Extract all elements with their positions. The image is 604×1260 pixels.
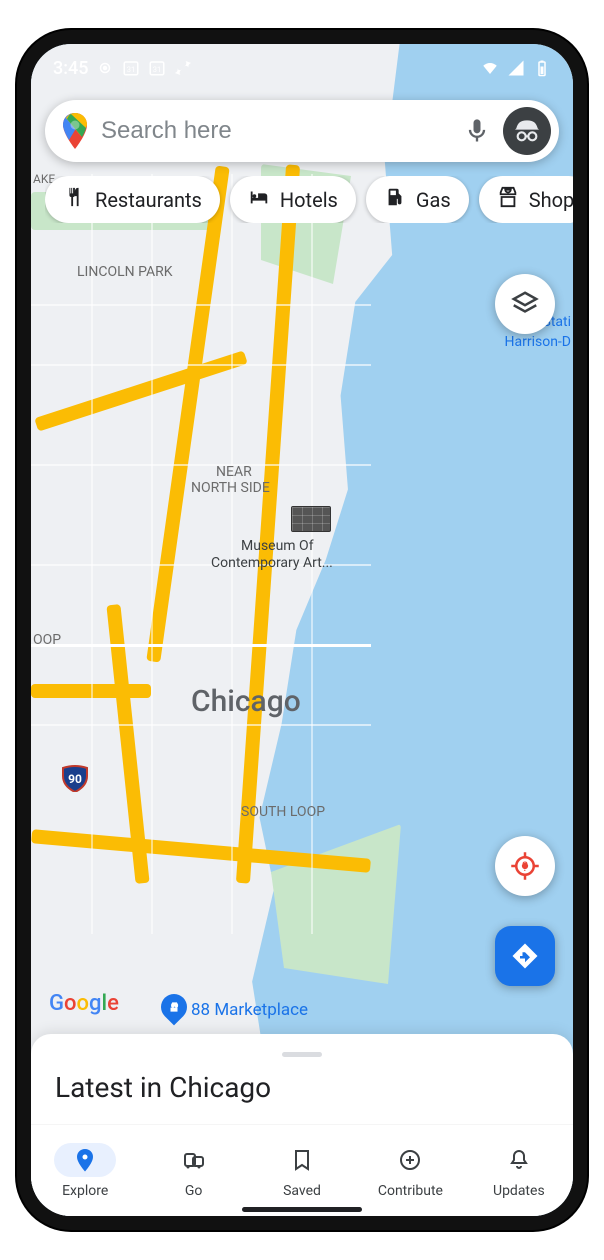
svg-text:90: 90 [68,772,82,786]
status-calendar-icon: 31 [122,59,140,77]
sheet-title: Latest in Chicago [55,1071,549,1104]
status-bar: 3:45 31 31 [31,44,573,92]
nav-label: Updates [493,1183,545,1199]
status-time: 3:45 [53,58,88,79]
nav-go[interactable]: Go [139,1125,247,1216]
map-city-label: Chicago [191,684,301,719]
google-attribution: Google [49,991,119,1016]
restaurant-icon [63,186,85,213]
screen: AKE LINCOLN PARK NEAR NORTH SIDE OOP Chi… [31,44,573,1216]
nav-saved[interactable]: Saved [248,1125,356,1216]
battery-icon [533,59,551,77]
nav-label: Saved [283,1183,321,1199]
maps-logo-icon [61,113,89,149]
gesture-bar[interactable] [242,1207,362,1212]
map-label-lincoln-park: LINCOLN PARK [77,264,173,280]
park [271,824,401,984]
chip-label: Gas [416,188,451,212]
nav-label: Explore [62,1183,108,1199]
road [231,174,233,934]
nav-explore[interactable]: Explore [31,1125,139,1216]
search-bar[interactable] [45,100,559,162]
svg-text:?: ? [522,860,528,875]
chip-restaurants[interactable]: Restaurants [45,176,220,223]
chip-label: Restaurants [95,188,202,212]
mic-icon[interactable] [463,117,491,145]
pin-icon [73,1148,97,1172]
chip-shop[interactable]: Shop [479,176,573,223]
status-pinwheel-icon [174,59,192,77]
bell-icon [507,1148,531,1172]
my-location-button[interactable]: ? [495,836,555,896]
road [31,364,371,366]
bookmark-icon [290,1148,314,1172]
interstate-shield: 90 [61,764,89,792]
status-calendar-icon-2: 31 [148,59,166,77]
map-poi-museum-2[interactable]: Contemporary Art... [211,555,333,571]
nav-contribute[interactable]: Contribute [356,1125,464,1216]
directions-icon [510,941,540,971]
layers-icon [510,289,540,319]
road [31,724,371,726]
map-label-loop-partial: OOP [33,632,61,648]
gas-icon [384,186,406,213]
road [151,174,153,934]
wifi-icon [481,59,499,77]
crosshair-icon: ? [510,851,540,881]
svg-text:31: 31 [153,65,161,74]
nav-updates[interactable]: Updates [465,1125,573,1216]
chip-label: Shop [529,188,573,212]
phone-frame: AKE LINCOLN PARK NEAR NORTH SIDE OOP Chi… [17,30,587,1230]
status-dot-icon [96,59,114,77]
nav-label: Contribute [378,1183,443,1199]
map-poi-marketplace[interactable]: 88 Marketplace [191,1000,308,1020]
chip-gas[interactable]: Gas [366,176,469,223]
map-label-south-loop: SOUTH LOOP [241,804,325,820]
road [31,464,371,466]
chip-hotels[interactable]: Hotels [230,176,356,223]
map-poi-museum-1[interactable]: Museum Of [241,538,314,554]
plus-circle-icon [398,1148,422,1172]
poi-building-icon[interactable] [291,506,331,532]
svg-text:31: 31 [127,65,135,74]
directions-button[interactable] [495,926,555,986]
road [31,304,371,306]
map-label-near-north-2: NORTH SIDE [191,480,270,496]
signal-icon [507,59,525,77]
shop-icon [497,186,519,213]
category-chips-row[interactable]: Restaurants Hotels Gas [45,176,573,223]
layers-button[interactable] [495,274,555,334]
road [311,174,313,934]
bottom-sheet[interactable]: Latest in Chicago [31,1034,573,1124]
road [31,644,371,647]
chip-label: Hotels [280,188,338,212]
road [91,174,93,934]
nav-label: Go [185,1183,203,1199]
hotel-icon [248,186,270,213]
sheet-handle[interactable] [282,1052,322,1057]
bottom-nav: Explore Go Saved [31,1124,573,1216]
map-label-near-north-1: NEAR [216,464,252,480]
profile-avatar-incognito[interactable] [503,107,551,155]
transit-icon [182,1148,206,1172]
search-input[interactable] [101,117,451,145]
map-water-label-2: Harrison-D [505,334,572,350]
